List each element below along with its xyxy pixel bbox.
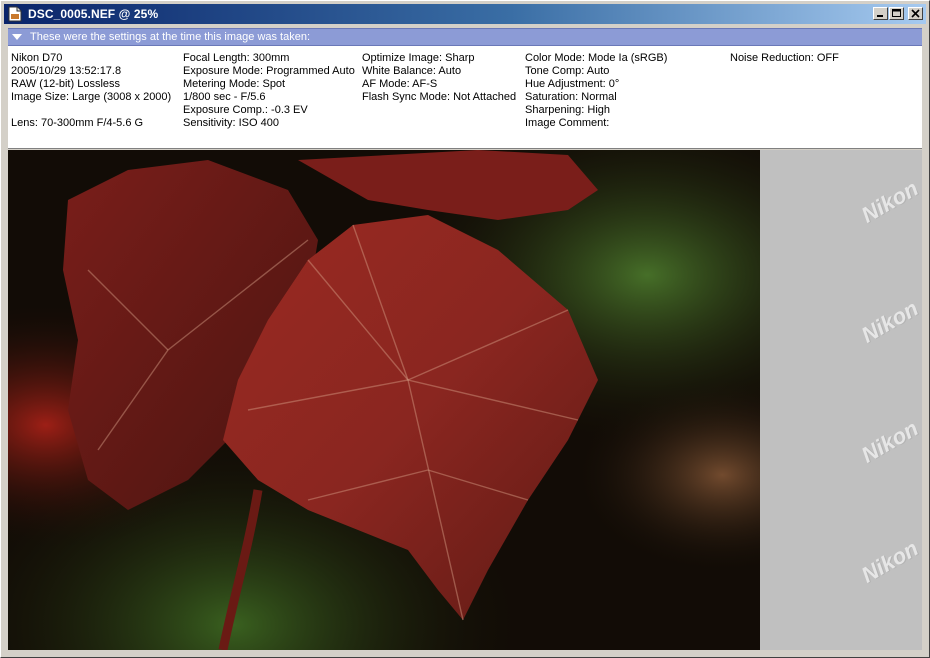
minimize-icon (877, 15, 883, 17)
info-line: Exposure Mode: Programmed Auto (183, 65, 355, 77)
info-column-exposure: Focal Length: 300mm Exposure Mode: Progr… (183, 52, 355, 130)
info-line: Image Comment: (525, 117, 610, 129)
info-line (11, 104, 171, 117)
info-line: Nikon D70 (11, 52, 63, 64)
info-line: Focal Length: 300mm (183, 52, 290, 64)
info-line: Metering Mode: Spot (183, 78, 286, 90)
info-line: 1/800 sec - F/5.6 (183, 91, 266, 103)
document-icon (8, 6, 22, 22)
info-line: Sensitivity: ISO 400 (183, 117, 279, 129)
info-line: Optimize Image: Sharp (362, 52, 475, 64)
info-line: AF Mode: AF-S (362, 78, 438, 90)
info-line: Exposure Comp.: -0.3 EV (183, 104, 308, 116)
info-line: Image Size: Large (3008 x 2000) (11, 91, 172, 103)
info-line: Noise Reduction: OFF (730, 52, 839, 64)
info-line: Color Mode: Mode Ia (sRGB) (525, 52, 668, 64)
leaf-photo-illustration (8, 150, 760, 650)
minimize-button[interactable] (873, 7, 888, 20)
image-view[interactable] (8, 150, 922, 650)
info-line: Hue Adjustment: 0° (525, 78, 620, 90)
shooting-info-panel: Nikon D70 2005/10/29 13:52:17.8 RAW (12-… (8, 46, 922, 149)
info-line: Tone Comp: Auto (525, 65, 610, 77)
close-button[interactable] (908, 7, 923, 20)
info-line: Saturation: Normal (525, 91, 617, 103)
maximize-button[interactable] (889, 7, 904, 20)
info-line: Lens: 70-300mm F/4-5.6 G (11, 117, 144, 129)
window-title: DSC_0005.NEF @ 25% (28, 7, 159, 21)
info-column-camera: Nikon D70 2005/10/29 13:52:17.8 RAW (12-… (11, 52, 171, 130)
image-window: DSC_0005.NEF @ 25% These were the settin… (0, 0, 930, 658)
info-line: Flash Sync Mode: Not Attached (362, 91, 517, 103)
info-column-color: Color Mode: Mode Ia (sRGB) Tone Comp: Au… (525, 52, 667, 130)
close-icon (911, 9, 920, 18)
title-bar[interactable]: DSC_0005.NEF @ 25% (4, 4, 926, 24)
info-line: RAW (12-bit) Lossless (11, 78, 121, 90)
info-line: 2005/10/29 13:52:17.8 (11, 65, 122, 77)
photo[interactable] (8, 150, 760, 650)
shooting-info-header[interactable]: These were the settings at the time this… (8, 28, 922, 46)
info-column-noise: Noise Reduction: OFF (730, 52, 839, 65)
triangle-down-icon[interactable] (12, 34, 22, 41)
maximize-icon (892, 9, 901, 17)
info-line: Sharpening: High (525, 104, 611, 116)
info-line: White Balance: Auto (362, 65, 462, 77)
shooting-info-header-text: These were the settings at the time this… (30, 31, 311, 43)
info-column-image-settings: Optimize Image: Sharp White Balance: Aut… (362, 52, 516, 104)
